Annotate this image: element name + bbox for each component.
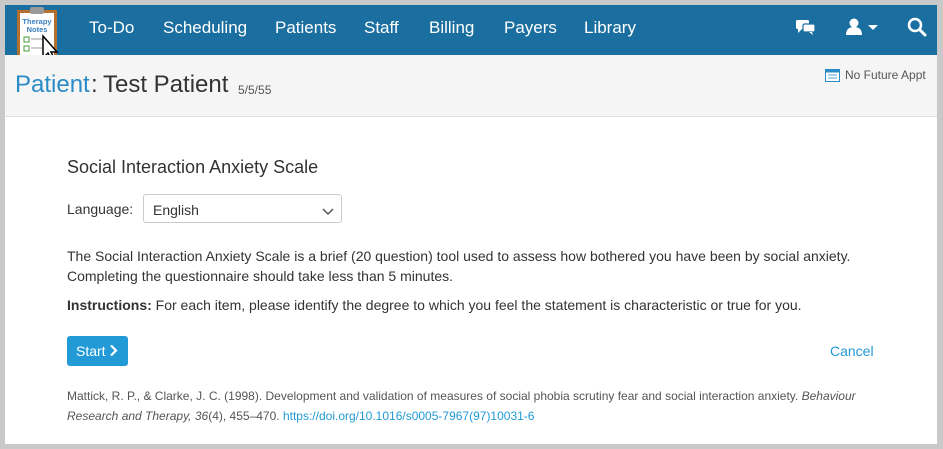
citation-authors: Mattick, R. P., & Clarke, J. C. (1998). … <box>67 389 799 403</box>
chevron-right-icon <box>109 344 118 360</box>
chat-icon[interactable] <box>795 17 817 39</box>
instructions-label: Instructions: <box>67 297 152 313</box>
chevron-down-icon <box>322 203 334 221</box>
instructions-text: For each item, please identify the degre… <box>155 297 802 313</box>
citation-doi-link[interactable]: https://doi.org/10.1016/s0005-7967(97)10… <box>283 409 535 423</box>
appt-status-text: No Future Appt <box>845 68 926 82</box>
app-window: Therapy Notes To-Do Scheduling Patients … <box>5 5 937 444</box>
assessment-title: Social Interaction Anxiety Scale <box>67 157 319 177</box>
assessment-instructions: Instructions: For each item, please iden… <box>67 297 802 313</box>
nav-patients[interactable]: Patients <box>275 5 336 51</box>
nav-todo[interactable]: To-Do <box>89 5 134 51</box>
therapynotes-logo[interactable]: Therapy Notes <box>15 6 59 62</box>
patient-name[interactable]: Test Patient <box>103 71 228 99</box>
nav-payers[interactable]: Payers <box>504 5 557 51</box>
patient-header: Patient : Test Patient 5/5/55 No Future … <box>5 55 937 117</box>
nav-staff[interactable]: Staff <box>364 5 399 51</box>
top-navigation: Therapy Notes To-Do Scheduling Patients … <box>5 5 937 62</box>
start-button-label: Start <box>76 343 106 359</box>
assessment-description: The Social Interaction Anxiety Scale is … <box>67 248 851 284</box>
language-selected-value: English <box>153 202 199 218</box>
cancel-link[interactable]: Cancel <box>830 343 874 359</box>
language-select[interactable]: English <box>143 194 342 223</box>
logo-text-line2: Notes <box>27 25 48 34</box>
user-menu-icon[interactable] <box>845 17 881 39</box>
patient-label: Patient <box>15 71 90 98</box>
citation: Mattick, R. P., & Clarke, J. C. (1998). … <box>67 386 877 426</box>
nav-library[interactable]: Library <box>584 5 636 51</box>
patient-label-separator: : <box>91 71 98 98</box>
start-button[interactable]: Start <box>67 336 128 366</box>
patient-dob: 5/5/55 <box>238 83 272 97</box>
nav-scheduling[interactable]: Scheduling <box>163 5 247 51</box>
citation-issue-pages: (4), 455–470. <box>208 409 280 423</box>
citation-volume: 36 <box>194 409 209 423</box>
no-future-appt-link[interactable]: No Future Appt <box>825 68 926 82</box>
calendar-icon <box>825 69 840 82</box>
search-icon[interactable] <box>907 17 927 39</box>
language-label: Language: <box>67 201 134 217</box>
nav-billing[interactable]: Billing <box>429 5 474 51</box>
